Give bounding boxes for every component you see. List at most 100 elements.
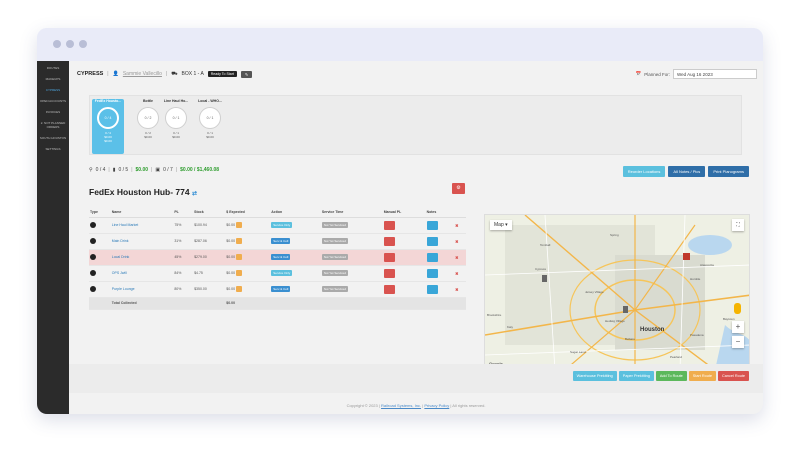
privacy-link[interactable]: Privacy Policy — [424, 403, 449, 408]
machine-link[interactable]: OPS Jwill — [112, 271, 127, 275]
remove-icon[interactable]: ✖ — [455, 239, 458, 244]
machine-link[interactable]: Purple Lounge — [112, 287, 135, 291]
column-header: Name — [110, 208, 174, 218]
separator: | — [131, 167, 133, 173]
map-type-label: Map — [494, 222, 504, 228]
service-time-cell: Not Yet Serviced — [320, 249, 383, 266]
cash-icon[interactable] — [236, 270, 243, 276]
stop-card[interactable]: Line Haul Ho... 0 / 10 / 1 $0.00 — [160, 99, 192, 154]
expected-value: $0.00 — [226, 222, 236, 227]
action-badge[interactable]: Service Only — [271, 222, 293, 228]
notes-button[interactable] — [426, 268, 438, 278]
map-label: Brookshire — [487, 313, 502, 317]
service-time-cell: Not Yet Serviced — [320, 217, 383, 234]
stops-strip: FedEx Housto... 0 / 40 / 4 $0.00 $0.00 Bottl… — [89, 95, 742, 155]
notes-button[interactable] — [426, 252, 438, 262]
remove-icon[interactable]: ✖ — [455, 255, 458, 260]
hub-title: FedEx Houston Hub- 774 ⇄ — [89, 187, 197, 197]
warehouse-prekitting-button[interactable]: Warehouse Prekitting — [572, 371, 617, 381]
notes-button[interactable] — [426, 220, 438, 230]
sidebar-item-settings[interactable]: SETTINGS — [37, 145, 69, 153]
manual-pl-cell — [382, 281, 426, 298]
cash-icon[interactable] — [236, 222, 243, 228]
action-badge[interactable]: Service Only — [271, 270, 293, 276]
paper-prekitting-button[interactable]: Paper Prekitting — [618, 371, 654, 381]
cancel-route-button[interactable]: Cancel Route — [717, 371, 749, 381]
stop-card[interactable]: FedEx Housto... 0 / 40 / 4 $0.00 $0.00 — [92, 99, 124, 154]
pegman-icon[interactable] — [734, 303, 741, 314]
route-map[interactable]: Cypress Jersey Village Spring Houston Ka… — [484, 214, 750, 369]
manual-pl-button[interactable] — [383, 220, 395, 230]
sidebar-item-open-accounts[interactable]: OPEN ACCOUNTS — [37, 97, 69, 105]
map-label: Pearland — [670, 355, 683, 359]
sidebar-item-makeups[interactable]: MAKEUPS — [37, 75, 69, 83]
machine-link[interactable]: Local Drink — [112, 255, 130, 259]
print-planograms-button[interactable]: Print Planograms — [708, 166, 749, 177]
manual-pl-button[interactable] — [383, 252, 395, 262]
machine-link[interactable]: Main Drink — [112, 239, 129, 243]
manual-pl-button[interactable] — [383, 268, 395, 278]
fullscreen-icon[interactable]: ⛶ — [732, 219, 744, 231]
machine-type-icon — [90, 237, 96, 244]
sidebar-item-cypress[interactable]: CYPRESS — [37, 86, 69, 94]
expected-cell: $0.00 — [225, 233, 271, 250]
planned-date-input[interactable] — [673, 69, 757, 79]
company-link[interactable]: Railroad Systems, Inc. — [381, 403, 421, 408]
action-badge[interactable]: Serv & Coll — [271, 254, 291, 260]
pl-cell: 75% — [173, 217, 194, 234]
remove-icon[interactable]: ✖ — [455, 271, 458, 276]
remove-icon[interactable]: ✖ — [455, 223, 458, 228]
name-cell: Main Drink — [110, 233, 174, 250]
expected-cell: $0.00 — [225, 281, 271, 298]
all-notes-button[interactable]: All Notes / Pics — [668, 166, 706, 177]
edit-route-button[interactable]: ✎ — [240, 70, 253, 78]
swap-icon[interactable]: ⇄ — [192, 191, 197, 197]
manual-pl-button[interactable] — [383, 236, 395, 246]
cash-icon[interactable] — [236, 254, 243, 260]
stop-amount-2: $0.00 — [104, 139, 112, 143]
window-dot-icon — [66, 40, 74, 48]
map-label: Sugar Land — [570, 350, 586, 354]
sidebar-item-2-not-planned-orders[interactable]: 2. NOT PLANNED ORDERS — [37, 119, 69, 131]
notes-button[interactable] — [426, 284, 438, 294]
zoom-in-button[interactable]: + — [732, 321, 744, 333]
stop-progress: 0 / 4 — [97, 107, 119, 129]
notes-button[interactable] — [426, 236, 438, 246]
table-row: Line Haul Market 75% $100.94 $0.00 Service … — [89, 217, 466, 234]
type-cell — [89, 249, 111, 266]
stop-progress: 0 / 1 — [199, 107, 221, 129]
table-row: Local Drink 45% $279.00 $0.00 Serv & Coll No… — [89, 249, 466, 266]
sidebar-item-routes[interactable]: ROUTES — [37, 64, 69, 72]
machine-link[interactable]: Line Haul Market — [112, 223, 138, 227]
window-titlebar — [37, 28, 763, 61]
cash-icon[interactable] — [236, 286, 243, 292]
map-type-dropdown[interactable]: Map ▾ — [490, 220, 512, 230]
column-header: Type — [89, 208, 111, 218]
sidebar-item-south-houston[interactable]: SOUTH HOUSTON — [37, 134, 69, 142]
manual-pl-cell — [382, 233, 426, 250]
add-to-route-button[interactable]: Add To Route — [655, 371, 687, 381]
cash-icon[interactable] — [236, 238, 243, 244]
start-route-button[interactable]: Start Route — [688, 371, 716, 381]
manual-pl-cell — [382, 249, 426, 266]
action-badge[interactable]: Serv & Coll — [271, 238, 291, 244]
sidebar: ROUTES MAKEUPS CYPRESS OPEN ACCOUNTS INVOICE… — [37, 61, 69, 414]
pin-icon: ⚲ — [89, 167, 93, 173]
machine-type-icon — [90, 221, 96, 228]
action-badge[interactable]: Serv & Coll — [271, 286, 291, 292]
reorder-locations-button[interactable]: Reorder Locations — [622, 166, 666, 177]
route-summary: ⚲ 0 / 4 | ▮ 0 / 5 | $0.00 | ▣ 0 / 7 | $0… — [89, 167, 219, 173]
route-actions: Reorder Locations All Notes / Pics Print… — [622, 166, 749, 177]
stop-progress: 0 / 2 — [137, 107, 159, 129]
sidebar-item-invoices[interactable]: INVOICES — [37, 108, 69, 116]
manual-pl-button[interactable] — [383, 284, 395, 294]
hub-settings-button[interactable]: ⚙ — [452, 183, 465, 194]
driver-name[interactable]: Sammie Vallecillo — [123, 71, 162, 77]
zoom-out-button[interactable]: − — [732, 336, 744, 348]
column-header: PL — [173, 208, 194, 218]
machine-type-icon — [90, 269, 96, 276]
stop-card[interactable]: Local - WHO... 0 / 10 / 1 $0.00 — [194, 99, 226, 154]
remove-icon[interactable]: ✖ — [455, 287, 458, 292]
map-label: Katy — [507, 325, 514, 329]
app-window: ROUTES MAKEUPS CYPRESS OPEN ACCOUNTS INVOICE… — [37, 28, 763, 414]
